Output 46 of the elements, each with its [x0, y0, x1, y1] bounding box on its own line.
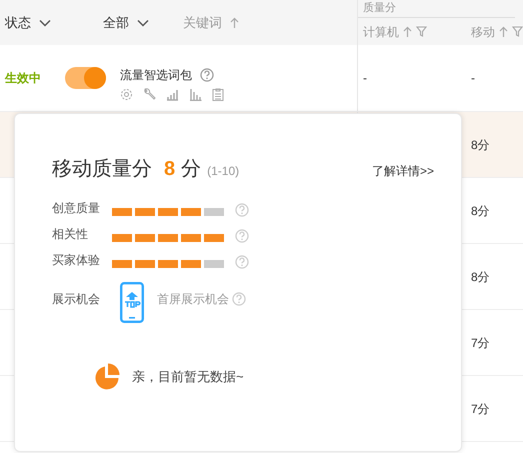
help-icon[interactable] — [232, 292, 246, 306]
exposure-text: 首屏展示机会 — [157, 291, 229, 308]
table-cell: - — [363, 71, 367, 85]
column-header: 移动 — [471, 24, 495, 40]
chevron-down-icon — [39, 18, 51, 26]
table-cell: 7分 — [471, 336, 490, 350]
help-icon[interactable] — [200, 68, 214, 82]
signal-bars-icon[interactable] — [166, 88, 179, 100]
column-group-header: 质量分 — [363, 3, 396, 14]
scope-filter[interactable]: 全部 — [103, 12, 149, 32]
column-header: 计算机 — [363, 24, 399, 40]
table-cell: 8分 — [471, 204, 490, 218]
chevron-down-icon — [137, 18, 149, 26]
toggle-switch[interactable] — [65, 67, 106, 89]
clipboard-icon[interactable] — [212, 88, 224, 100]
keyword-name: 流量智选词包 — [120, 66, 192, 84]
metric-label: 创意质量 — [52, 200, 101, 217]
bar-chart-icon[interactable] — [189, 88, 202, 100]
help-icon[interactable] — [235, 229, 249, 243]
empty-message: 亲，目前暂无数据~ — [132, 368, 244, 386]
filter-icon[interactable] — [416, 26, 427, 37]
popup-title: 移动质量分 — [52, 157, 152, 182]
exposure-label: 展示机会 — [52, 291, 101, 308]
help-icon[interactable] — [235, 255, 249, 269]
metric-label: 买家体验 — [52, 252, 101, 269]
score-value: 8 — [164, 157, 176, 182]
status-filter[interactable]: 状态 — [5, 12, 51, 32]
pie-chart-icon — [94, 363, 120, 390]
sort-arrow-icon[interactable] — [403, 26, 412, 38]
table-cell: - — [471, 71, 475, 85]
table-cell: 8分 — [471, 138, 490, 152]
sort-arrow-icon[interactable] — [230, 16, 239, 28]
filter-icon[interactable] — [512, 26, 523, 37]
details-link[interactable]: 了解详情>> — [372, 162, 434, 180]
status-text: 生效中 — [5, 70, 42, 87]
sort-arrow-icon[interactable] — [499, 26, 508, 38]
phone-top-icon — [120, 282, 144, 323]
table-cell: 8分 — [471, 270, 490, 284]
score-unit: 分 — [181, 157, 202, 182]
table-cell: 7分 — [471, 402, 490, 416]
score-range: (1-10) — [207, 163, 240, 180]
wrench-icon[interactable] — [143, 88, 156, 100]
help-icon[interactable] — [235, 203, 249, 217]
settings-icon[interactable] — [120, 88, 133, 100]
column-header: 关键词 — [183, 14, 222, 32]
metric-label: 相关性 — [52, 226, 89, 243]
